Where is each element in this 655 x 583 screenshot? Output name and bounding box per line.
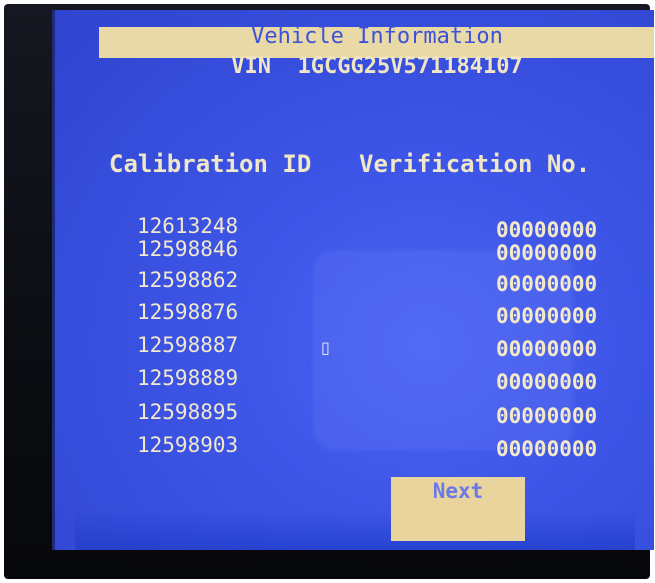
vin-value: 1GCGG25V571184107 xyxy=(297,54,523,79)
verification-no-cell: 00000000 xyxy=(496,404,598,428)
calibration-id-cell: 12598846 xyxy=(137,237,239,261)
verification-no-cell: 00000000 xyxy=(496,304,598,328)
verification-no-cell: 00000000 xyxy=(496,437,598,461)
mouse-pointer-icon: ▯ xyxy=(321,338,330,357)
photo-frame: Vehicle Information VIN 1GCGG25V57118410… xyxy=(0,0,655,583)
verification-no-cell: 00000000 xyxy=(496,272,598,296)
calibration-id-cell: 12598887 xyxy=(137,333,239,357)
vin-row: VIN 1GCGG25V571184107 xyxy=(99,54,654,79)
calibration-id-cell: 12598862 xyxy=(137,268,239,292)
column-header-verification-no: Verification No. xyxy=(359,150,591,178)
calibration-id-cell: 12598903 xyxy=(137,433,239,457)
vin-label: VIN xyxy=(231,54,272,79)
calibration-id-cell: 12598876 xyxy=(137,300,239,324)
calibration-id-cell: 12613248 xyxy=(137,214,239,238)
verification-no-cell: 00000000 xyxy=(496,337,598,361)
verification-no-cell: 00000000 xyxy=(496,241,598,265)
display-screen: Vehicle Information VIN 1GCGG25V57118410… xyxy=(52,10,654,550)
next-button-label: Next xyxy=(432,479,484,503)
calibration-id-cell: 12598889 xyxy=(137,366,239,390)
verification-no-cell: 00000000 xyxy=(496,218,598,242)
verification-no-cell: 00000000 xyxy=(496,370,598,394)
calibration-id-cell: 12598895 xyxy=(137,400,239,424)
page-title: Vehicle Information xyxy=(251,24,503,49)
next-button[interactable]: Next xyxy=(391,477,525,541)
screen-bottom-glow xyxy=(75,510,635,550)
column-header-calibration-id: Calibration ID xyxy=(109,150,312,178)
